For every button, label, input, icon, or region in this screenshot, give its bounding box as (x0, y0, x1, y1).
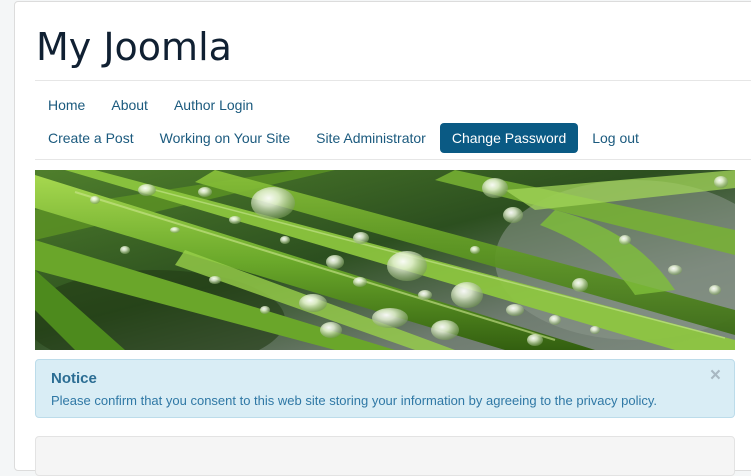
menu-item-site-administrator[interactable]: Site Administrator (304, 123, 438, 153)
main-menu-row-1: Home About Author Login (36, 91, 267, 119)
menu-item-about[interactable]: About (99, 90, 160, 120)
close-icon[interactable]: × (710, 365, 721, 387)
page-container: My Joomla Home About Author Login Create… (14, 1, 751, 476)
menu-item-log-out[interactable]: Log out (580, 123, 651, 153)
menu-item-working-on-site[interactable]: Working on Your Site (148, 123, 303, 153)
notice-heading: Notice (51, 370, 97, 387)
menu-item-change-password[interactable]: Change Password (439, 123, 579, 153)
site-title[interactable]: My Joomla (36, 24, 232, 70)
header-banner-image (35, 170, 735, 350)
notice-alert: Notice Please confirm that you consent t… (35, 359, 735, 418)
grass-droplets-illustration (35, 170, 735, 350)
header-divider (35, 80, 751, 81)
content-panel (35, 436, 735, 476)
menu-divider (35, 159, 751, 160)
notice-message: Please confirm that you consent to this … (51, 393, 658, 408)
menu-item-author-login[interactable]: Author Login (162, 90, 265, 120)
menu-item-create-post[interactable]: Create a Post (36, 123, 146, 153)
main-menu-row-2: Create a Post Working on Your Site Site … (36, 123, 653, 153)
menu-item-home[interactable]: Home (36, 90, 97, 120)
